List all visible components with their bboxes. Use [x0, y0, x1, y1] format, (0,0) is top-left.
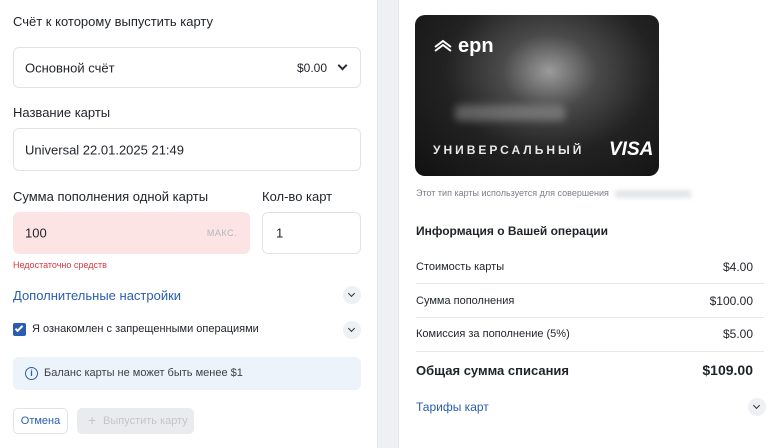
tariffs-toggle[interactable]	[748, 398, 766, 416]
advanced-settings-toggle[interactable]	[343, 286, 361, 304]
card-number-masked	[455, 105, 565, 121]
topup-amount-value: 100	[25, 225, 47, 241]
info-icon: i	[25, 367, 38, 380]
card-name-input[interactable]: Universal 22.01.2025 21:49	[13, 128, 361, 171]
card-name-label: Название карты	[13, 105, 111, 120]
topup-sum-value: $100.00	[709, 294, 753, 308]
divider	[416, 283, 764, 284]
issue-card-button[interactable]: + Выпустить карту	[77, 408, 194, 434]
tariffs-link[interactable]: Тарифы карт	[416, 400, 489, 414]
topup-amount-input[interactable]: 100 МАКС.	[13, 212, 250, 254]
commission-label: Комиссия за пополнение (5%)	[416, 328, 570, 340]
chevron-down-icon	[347, 324, 356, 333]
info-notice: i Баланс карты не может быть менее $1	[13, 357, 361, 390]
account-balance: $0.00	[296, 60, 327, 75]
chevron-down-icon	[337, 60, 348, 71]
epn-logo-icon	[434, 39, 452, 52]
card-description: Этот тип карты используется для совершен…	[416, 188, 692, 198]
card-description-blurred	[615, 189, 692, 198]
plus-icon: +	[88, 412, 97, 428]
card-preview: epn УНИВЕРСАЛЬНЫЙ VISA	[415, 15, 659, 176]
cancel-button[interactable]: Отмена	[13, 408, 68, 434]
account-label: Счёт к которому выпустить карту	[13, 14, 214, 29]
card-count-value: 1	[276, 225, 284, 241]
chevron-down-icon	[752, 401, 761, 410]
card-type-label: УНИВЕРСАЛЬНЫЙ	[433, 143, 585, 157]
check-icon	[14, 323, 24, 333]
agreement-checkbox[interactable]	[13, 323, 26, 336]
card-name-value: Universal 22.01.2025 21:49	[25, 142, 185, 157]
operation-summary-panel: epn УНИВЕРСАЛЬНЫЙ VISA Этот тип карты ис…	[398, 0, 775, 448]
topup-label: Сумма пополнения одной карты	[13, 189, 209, 204]
commission-value: $5.00	[722, 327, 753, 341]
total-value: $109.00	[702, 362, 753, 378]
divider	[416, 351, 764, 352]
advanced-settings-link[interactable]: Дополнительные настройки	[13, 288, 181, 303]
operation-title: Информация о Вашей операции	[416, 224, 608, 238]
card-count-input[interactable]: 1	[262, 212, 361, 254]
count-label: Кол-во карт	[262, 189, 333, 204]
visa-logo: VISA	[609, 139, 654, 160]
account-select[interactable]: Основной счёт $0.00	[13, 47, 361, 88]
account-selected-name: Основной счёт	[25, 60, 115, 75]
issue-card-button-label: Выпустить карту	[103, 415, 188, 427]
agreement-label: Я ознакомлен с запрещенными операциями	[32, 323, 259, 335]
total-label: Общая сумма списания	[416, 363, 570, 378]
divider	[416, 317, 764, 318]
card-cost-value: $4.00	[722, 260, 753, 274]
info-notice-text: Баланс карты не может быть менее $1	[44, 367, 243, 379]
topup-error: Недостаточно средств	[13, 260, 107, 270]
card-cost-label: Стоимость карты	[416, 261, 505, 273]
max-button[interactable]: МАКС.	[207, 228, 237, 238]
agreement-expand-toggle[interactable]	[343, 321, 361, 339]
issue-card-form: Счёт к которому выпустить карту Основной…	[0, 0, 378, 448]
topup-sum-label: Сумма пополнения	[416, 295, 515, 307]
card-description-text: Этот тип карты используется для совершен…	[416, 188, 609, 198]
card-brand: epn	[458, 35, 494, 57]
chevron-down-icon	[347, 289, 356, 298]
